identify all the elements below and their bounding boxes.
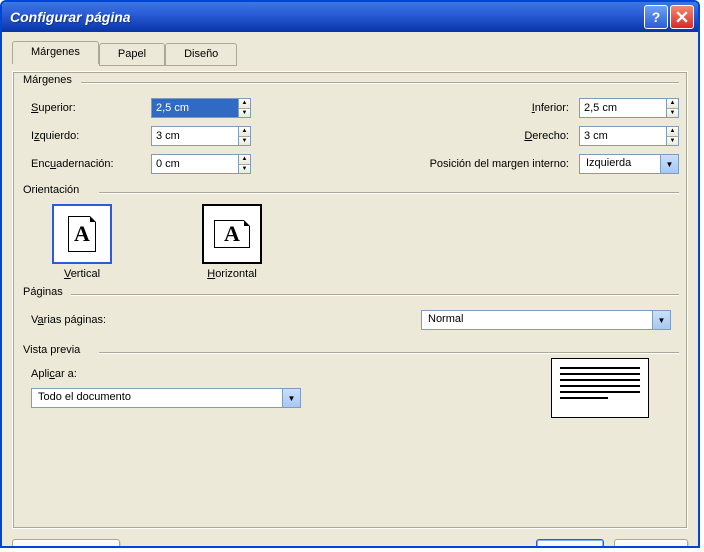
- input-margin-left[interactable]: [152, 127, 238, 145]
- orientation-landscape[interactable]: A Horizontal: [187, 204, 277, 280]
- cancel-button[interactable]: Cancelar: [614, 539, 688, 548]
- spin-up-icon[interactable]: ▲: [239, 127, 250, 136]
- label-apply-to: Aplicar a:: [31, 368, 77, 380]
- tab-content: Márgenes Superior: ▲▼ Inferior: ▲▼: [12, 71, 688, 529]
- label-multiple-pages: Varias páginas:: [31, 314, 151, 326]
- group-pages: Páginas Varias páginas: Normal ▼: [21, 294, 679, 334]
- spinner-margin-right[interactable]: ▲▼: [579, 126, 679, 146]
- close-icon: [676, 11, 688, 23]
- tab-layout[interactable]: Diseño: [165, 43, 237, 66]
- button-bar: Predeterminar... Aceptar Cancelar: [12, 529, 688, 548]
- page-setup-dialog: Configurar página ? Márgenes Papel Diseñ…: [0, 0, 700, 548]
- close-button[interactable]: [670, 5, 694, 29]
- tab-margins[interactable]: Márgenes: [12, 41, 99, 64]
- combo-apply-to[interactable]: Todo el documento ▼: [31, 388, 301, 408]
- preview-thumbnail: [551, 358, 649, 418]
- spin-down-icon[interactable]: ▼: [239, 164, 250, 174]
- combo-multiple-pages[interactable]: Normal ▼: [421, 310, 671, 330]
- chevron-down-icon[interactable]: ▼: [652, 311, 670, 329]
- combo-gutter-pos-value: Izquierda: [580, 155, 660, 173]
- spin-down-icon[interactable]: ▼: [239, 136, 250, 146]
- spin-down-icon[interactable]: ▼: [239, 108, 250, 118]
- tab-strip: Márgenes Papel Diseño: [12, 41, 688, 64]
- spinner-gutter[interactable]: ▲▼: [151, 154, 251, 174]
- label-margin-left: Izquierdo:: [31, 130, 151, 142]
- spinner-margin-top[interactable]: ▲▼: [151, 98, 251, 118]
- spin-up-icon[interactable]: ▲: [667, 127, 678, 136]
- orientation-landscape-icon: A: [202, 204, 262, 264]
- orientation-landscape-label: Horizontal: [207, 268, 257, 280]
- dialog-body: Márgenes Papel Diseño Márgenes Superior:…: [2, 32, 698, 546]
- orientation-portrait[interactable]: A Vertical: [37, 204, 127, 280]
- default-button[interactable]: Predeterminar...: [12, 539, 120, 548]
- help-button[interactable]: ?: [644, 5, 668, 29]
- window-title: Configurar página: [10, 9, 642, 25]
- spin-up-icon[interactable]: ▲: [667, 99, 678, 108]
- input-margin-right[interactable]: [580, 127, 666, 145]
- tab-paper[interactable]: Papel: [99, 43, 165, 66]
- input-margin-top[interactable]: [152, 99, 238, 117]
- group-margins-legend: Márgenes: [23, 74, 76, 86]
- spinner-margin-bottom[interactable]: ▲▼: [579, 98, 679, 118]
- combo-multiple-pages-value: Normal: [422, 311, 652, 329]
- group-orientation: Orientación A Vertical A Horizontal: [21, 192, 679, 280]
- group-margins: Márgenes Superior: ▲▼ Inferior: ▲▼: [21, 82, 679, 178]
- label-margin-top: Superior:: [31, 102, 151, 114]
- spin-down-icon[interactable]: ▼: [667, 108, 678, 118]
- spinner-margin-left[interactable]: ▲▼: [151, 126, 251, 146]
- input-margin-bottom[interactable]: [580, 99, 666, 117]
- chevron-down-icon[interactable]: ▼: [282, 389, 300, 407]
- label-margin-right: Derecho:: [489, 130, 579, 142]
- label-gutter-pos: Posición del margen interno:: [430, 158, 579, 170]
- input-gutter[interactable]: [152, 155, 238, 173]
- title-bar[interactable]: Configurar página ?: [2, 2, 698, 32]
- label-gutter: Encuadernación:: [31, 158, 151, 170]
- orientation-portrait-icon: A: [52, 204, 112, 264]
- group-preview: Vista previa Aplicar a: Todo el document…: [21, 352, 679, 412]
- group-pages-legend: Páginas: [23, 286, 67, 298]
- combo-apply-to-value: Todo el documento: [32, 389, 282, 407]
- chevron-down-icon[interactable]: ▼: [660, 155, 678, 173]
- spin-up-icon[interactable]: ▲: [239, 155, 250, 164]
- spin-down-icon[interactable]: ▼: [667, 136, 678, 146]
- group-orientation-legend: Orientación: [23, 184, 83, 196]
- ok-button[interactable]: Aceptar: [536, 539, 604, 548]
- combo-gutter-pos[interactable]: Izquierda ▼: [579, 154, 679, 174]
- spin-up-icon[interactable]: ▲: [239, 99, 250, 108]
- label-margin-bottom: Inferior:: [489, 102, 579, 114]
- orientation-portrait-label: Vertical: [64, 268, 100, 280]
